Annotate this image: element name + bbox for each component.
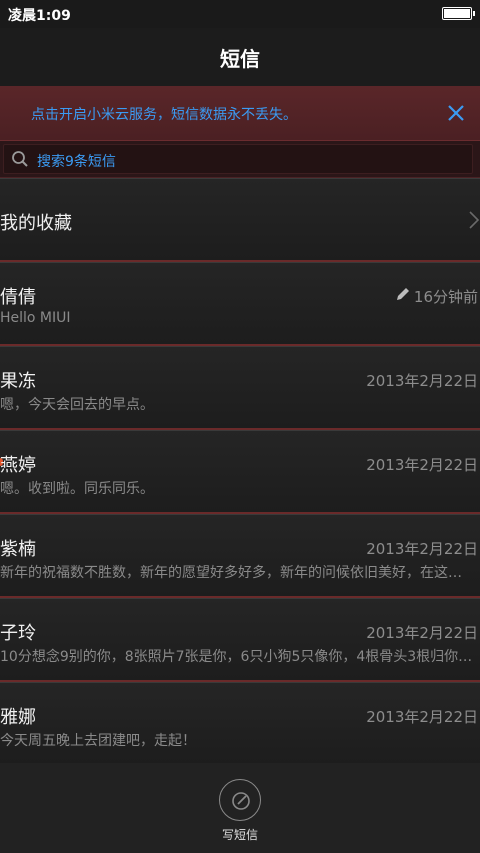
message-date: 2013年2月22日	[366, 624, 478, 642]
message-preview: 今天周五晚上去团建吧，走起！	[0, 733, 196, 749]
favorites-label: 我的收藏	[0, 213, 72, 234]
battery-icon	[442, 7, 475, 20]
message-preview: 新年的祝福数不胜数，新年的愿望好多好多，新年的问候依旧美好，在这…	[0, 565, 462, 581]
conversation-row[interactable]: 倩倩 16分钟前 Hello MIUI	[0, 262, 480, 346]
conversation-row[interactable]: 紫楠 2013年2月22日 新年的祝福数不胜数，新年的愿望好多好多，新年的问候依…	[0, 514, 480, 598]
status-bar: 凌晨1:09	[0, 0, 480, 28]
pencil-icon	[397, 288, 409, 300]
message-date: 2013年2月22日	[366, 456, 478, 474]
header: 短信	[0, 28, 480, 86]
page-title: 短信	[220, 46, 260, 71]
message-preview: Hello MIUI	[0, 310, 71, 326]
message-preview: 嗯。收到啦。同乐同乐。	[0, 481, 154, 497]
cloud-service-banner[interactable]: 点击开启小米云服务，短信数据永不丢失。	[0, 86, 480, 141]
conversation-row[interactable]: 子玲 2013年2月22日 10分想念9别的你，8张照片7张是你，6只小狗5只像…	[0, 598, 480, 682]
contact-name: 燕婷	[0, 455, 36, 476]
search-placeholder: 搜索9条短信	[37, 154, 116, 170]
contact-name: 果冻	[0, 371, 36, 392]
search-icon	[12, 151, 28, 167]
compose-button[interactable]	[219, 779, 261, 821]
contact-name: 紫楠	[0, 539, 36, 560]
conversation-row[interactable]: 雅娜 2013年2月22日 今天周五晚上去团建吧，走起！	[0, 682, 480, 766]
compose-label[interactable]: 写短信	[0, 826, 480, 843]
status-time: 凌晨1:09	[8, 8, 71, 24]
message-date: 2013年2月22日	[366, 372, 478, 390]
banner-text[interactable]: 点击开启小米云服务，短信数据永不丢失。	[31, 104, 297, 124]
search-input[interactable]: 搜索9条短信	[3, 144, 473, 174]
search-area: 搜索9条短信	[0, 141, 480, 178]
message-date: 2013年2月22日	[366, 540, 478, 558]
message-preview: 10分想念9别的你，8张照片7张是你，6只小狗5只像你，4根骨头3根归你…	[0, 649, 473, 665]
favorites-row[interactable]: 我的收藏	[0, 178, 480, 262]
compose-icon	[232, 792, 250, 810]
message-date: 2013年2月22日	[366, 708, 478, 726]
contact-name: 倩倩	[0, 287, 36, 308]
bottom-bar: 写短信	[0, 763, 480, 853]
contact-name: 雅娜	[0, 707, 36, 728]
chevron-right-icon	[469, 211, 480, 229]
close-icon[interactable]	[446, 103, 466, 123]
conversation-row[interactable]: 果冻 2013年2月22日 嗯，今天会回去的早点。	[0, 346, 480, 430]
contact-name: 子玲	[0, 623, 36, 644]
message-date: 16分钟前	[413, 288, 478, 306]
message-preview: 嗯，今天会回去的早点。	[0, 397, 154, 413]
conversation-list: 我的收藏 倩倩 16分钟前 Hello MIUI 果冻 2013年2月22日 嗯…	[0, 178, 480, 766]
conversation-row[interactable]: 燕婷 2013年2月22日 嗯。收到啦。同乐同乐。	[0, 430, 480, 514]
